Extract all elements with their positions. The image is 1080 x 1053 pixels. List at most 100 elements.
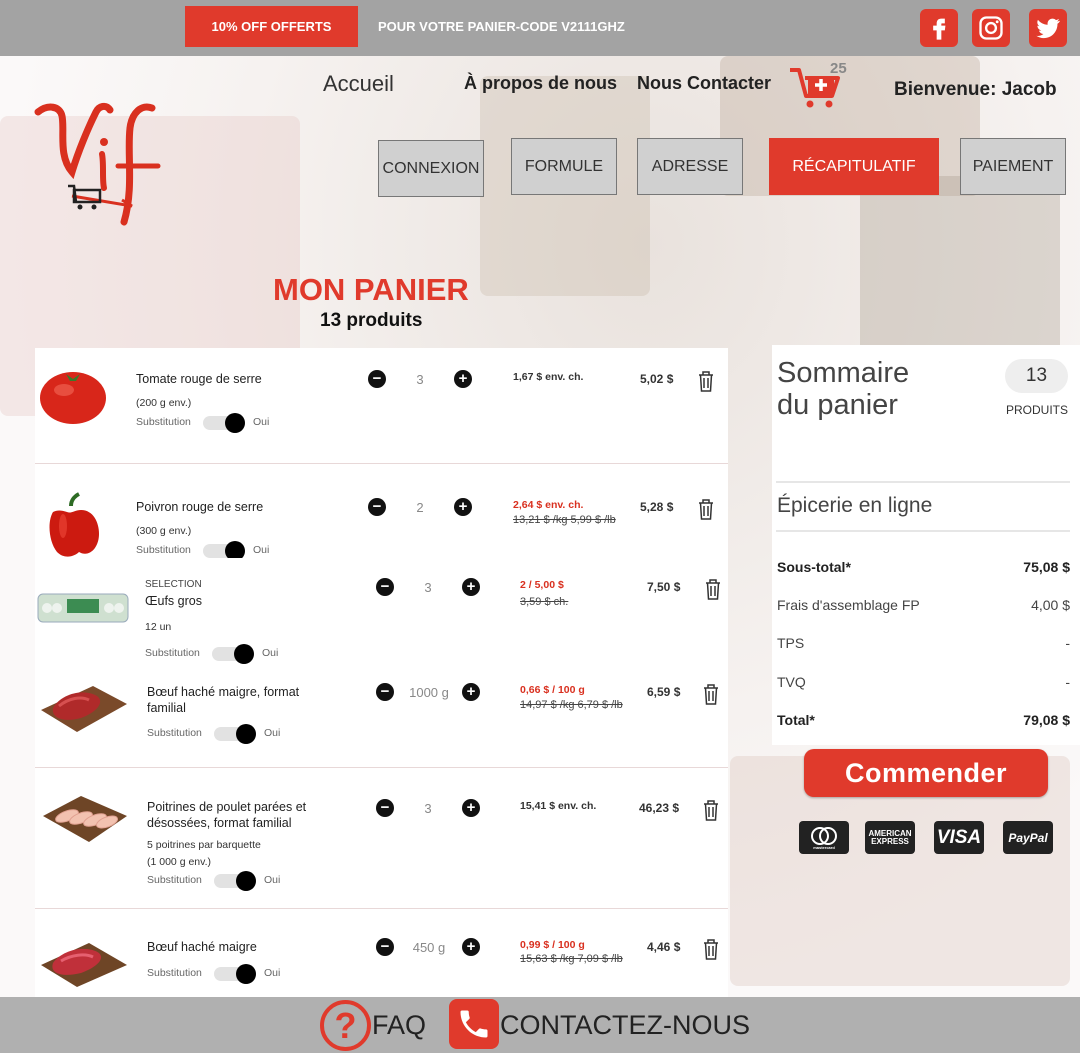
paypal-icon: PayPal [1003, 821, 1053, 854]
item-description: (200 g env.) [136, 397, 192, 409]
tps-label: TPS [777, 635, 805, 651]
cart-count-badge: 25 [830, 60, 847, 77]
welcome-user: Bienvenue: Jacob [894, 79, 1057, 100]
cart-product-count: 13 produits [320, 310, 423, 331]
item-name: Tomate rouge de serre [136, 372, 262, 386]
quantity-value[interactable]: 2 [395, 500, 445, 515]
tps-row: TPS - [777, 635, 1070, 651]
list-item: Bœuf haché maigre Substitution Oui − 450… [35, 909, 728, 998]
trash-icon[interactable] [702, 799, 720, 821]
footer-bar: ? FAQ CONTACTEZ-NOUS [0, 997, 1080, 1053]
trash-icon[interactable] [702, 938, 720, 960]
nav-home-link[interactable]: Accueil [323, 71, 394, 97]
trash-icon[interactable] [697, 370, 715, 392]
step-recapitulatif[interactable]: RÉCAPITULATIF [769, 138, 939, 195]
summary-title: Sommaire du panier [777, 357, 909, 421]
chicken-breasts-image [43, 796, 127, 842]
substitution-value: Oui [253, 416, 270, 428]
item-name: Poivron rouge de serre [136, 500, 264, 514]
cart-summary-panel: Sommaire du panier 13 PRODUITS Épicerie … [772, 345, 1080, 745]
quantity-value[interactable]: 3 [395, 372, 445, 387]
nav-contact-link[interactable]: Nous Contacter [637, 73, 771, 94]
line-total: 5,28 $ [640, 500, 674, 514]
substitution-toggle[interactable] [214, 724, 256, 744]
order-button[interactable]: Commender [804, 749, 1048, 797]
sale-unit-price: 0,66 $ / 100 g [520, 684, 585, 696]
ground-beef-image [41, 943, 127, 987]
line-total: 6,59 $ [647, 685, 681, 699]
quantity-value[interactable]: 1000 g [399, 685, 459, 700]
item-description: 12 un [145, 621, 172, 633]
assembly-fee-row: Frais d'assemblage FP 4,00 $ [777, 597, 1070, 613]
decrease-quantity-button[interactable]: − [376, 799, 394, 817]
quantity-value[interactable]: 3 [403, 580, 453, 595]
decrease-quantity-button[interactable]: − [368, 498, 386, 516]
increase-quantity-button[interactable]: + [462, 938, 480, 956]
increase-quantity-button[interactable]: + [462, 578, 480, 596]
item-description: 5 poitrines par barquette [147, 839, 261, 851]
trash-icon[interactable] [697, 498, 715, 520]
substitution-toggle[interactable] [212, 644, 254, 664]
sale-unit-price: 0,99 $ / 100 g [520, 939, 585, 951]
quantity-value[interactable]: 3 [403, 801, 453, 816]
decrease-quantity-button[interactable]: − [376, 578, 394, 596]
summary-products-label: PRODUITS [1006, 403, 1069, 417]
step-adresse[interactable]: ADRESSE [637, 138, 743, 195]
cart-button[interactable]: 25 [788, 60, 858, 112]
substitution-label: Substitution [147, 874, 202, 886]
substitution-toggle[interactable] [203, 413, 245, 433]
item-weight: (1 000 g env.) [147, 856, 212, 868]
assembly-fee-label: Frais d'assemblage FP [777, 597, 920, 613]
step-connexion[interactable]: CONNEXION [378, 140, 484, 197]
red-pepper-image [49, 492, 99, 557]
tvq-value: - [1065, 674, 1070, 690]
item-category: SELECTION [145, 579, 202, 590]
increase-quantity-button[interactable]: + [454, 498, 472, 516]
eggs-carton-image [37, 593, 129, 623]
faq-link[interactable]: FAQ [372, 1010, 426, 1041]
item-description: (300 g env.) [136, 525, 192, 537]
contact-us-link[interactable]: CONTACTEZ-NOUS [500, 1010, 750, 1041]
vif-logo[interactable] [30, 92, 170, 232]
original-price: 14,97 $ /kg 6,79 $ /lb [520, 699, 623, 711]
substitution-label: Substitution [147, 727, 202, 739]
top-bar: 10% OFF OFFERTS POUR VOTRE PANIER-CODE V… [0, 0, 1080, 56]
decrease-quantity-button[interactable]: − [376, 938, 394, 956]
decrease-quantity-button[interactable]: − [376, 683, 394, 701]
quantity-value[interactable]: 450 g [399, 940, 459, 955]
tps-value: - [1065, 635, 1070, 651]
instagram-icon[interactable] [972, 9, 1010, 47]
substitution-value: Oui [264, 874, 281, 886]
substitution-toggle[interactable] [214, 871, 256, 891]
promo-badge: 10% OFF OFFERTS [185, 6, 358, 47]
twitter-icon[interactable] [1029, 9, 1067, 47]
step-paiement[interactable]: PAIEMENT [960, 138, 1066, 195]
facebook-icon[interactable] [920, 9, 958, 47]
substitution-label: Substitution [147, 967, 202, 979]
increase-quantity-button[interactable]: + [462, 799, 480, 817]
nav-about-link[interactable]: À propos de nous [464, 73, 617, 94]
substitution-label: Substitution [136, 544, 191, 556]
trash-icon[interactable] [702, 683, 720, 705]
visa-icon: VISA [934, 821, 984, 854]
summary-divider [776, 481, 1070, 483]
faq-icon[interactable]: ? [320, 1000, 371, 1051]
line-total: 5,02 $ [640, 372, 674, 386]
unit-price: 15,41 $ env. ch. [520, 800, 597, 812]
step-formule[interactable]: FORMULE [511, 138, 617, 195]
increase-quantity-button[interactable]: + [454, 370, 472, 388]
total-value: 79,08 $ [1023, 712, 1070, 728]
item-name: Poitrines de poulet parées et désossées,… [147, 800, 307, 830]
summary-divider [776, 530, 1070, 532]
ground-beef-image [41, 686, 127, 732]
summary-section-title: Épicerie en ligne [777, 494, 933, 517]
cart-title: MON PANIER [273, 272, 469, 307]
increase-quantity-button[interactable]: + [462, 683, 480, 701]
substitution-toggle[interactable] [203, 541, 245, 561]
substitution-toggle[interactable] [214, 964, 256, 984]
trash-icon[interactable] [704, 578, 722, 600]
assembly-fee-value: 4,00 $ [1031, 597, 1070, 613]
list-item: SELECTION Œufs gros 12 un Substitution O… [35, 558, 728, 676]
decrease-quantity-button[interactable]: − [368, 370, 386, 388]
phone-icon[interactable] [449, 999, 499, 1049]
